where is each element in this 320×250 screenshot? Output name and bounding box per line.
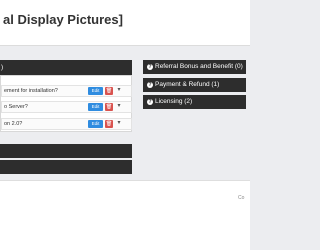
chevron-down-icon[interactable]: ▾ <box>115 86 123 95</box>
edit-button[interactable]: Edit <box>88 120 103 128</box>
delete-button[interactable]: 🗑 <box>105 120 113 128</box>
question-circle-icon: ? <box>147 64 153 70</box>
delete-button[interactable]: 🗑 <box>105 103 113 111</box>
category-label: Payment & Refund (1) <box>155 81 220 88</box>
faq-category-header-collapsed[interactable] <box>0 144 132 158</box>
question-circle-icon: ? <box>147 99 153 105</box>
faq-category-header-collapsed[interactable] <box>0 160 132 174</box>
page-footer: Co <box>0 180 250 250</box>
category-label: Licensing (2) <box>155 98 193 105</box>
chevron-down-icon[interactable]: ▾ <box>115 119 123 128</box>
edit-button[interactable]: Edit <box>88 103 103 111</box>
question-text: ement for installation? <box>4 88 58 94</box>
page-header: al Display Pictures] <box>0 0 250 46</box>
faq-category-licensing[interactable]: ? Licensing (2) <box>143 95 246 109</box>
faq-question-row[interactable]: ement for installation? Edit 🗑 ▾ <box>1 85 132 97</box>
faq-category-referral[interactable]: ? Referral Bonus and Benefit (0) <box>143 60 246 74</box>
category-label: Referral Bonus and Benefit (0) <box>155 63 243 70</box>
footer-copyright: Co <box>238 195 245 201</box>
faq-question-list: ement for installation? Edit 🗑 ▾ o Serve… <box>0 75 132 132</box>
delete-button[interactable]: 🗑 <box>105 87 113 95</box>
page-title: al Display Pictures] <box>3 12 123 27</box>
faq-question-row[interactable]: o Server? Edit 🗑 ▾ <box>1 101 132 113</box>
question-text: on 2.0? <box>4 121 23 127</box>
faq-question-row[interactable]: on 2.0? Edit 🗑 ▾ <box>1 118 132 130</box>
chevron-down-icon[interactable]: ▾ <box>115 102 123 111</box>
question-text: o Server? <box>4 104 28 110</box>
faq-category-payment[interactable]: ? Payment & Refund (1) <box>143 78 246 92</box>
question-circle-icon: ? <box>147 82 153 88</box>
edit-button[interactable]: Edit <box>88 87 103 95</box>
faq-category-header[interactable]: ) <box>0 60 132 75</box>
